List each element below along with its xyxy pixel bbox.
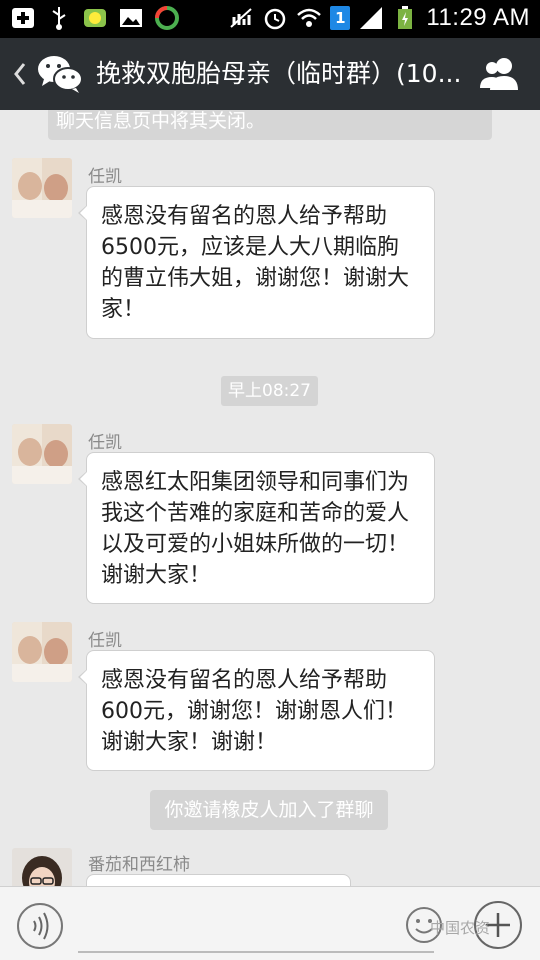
clock: 11:29 AM xyxy=(426,4,530,31)
wechat-icon[interactable] xyxy=(36,52,84,96)
sender-name: 番茄和西红柿 xyxy=(88,855,190,875)
voice-icon[interactable] xyxy=(17,903,63,949)
message-input[interactable] xyxy=(78,909,434,953)
message-bubble[interactable]: 感恩没有留名的恩人给予帮助6500元，应该是人大八期临朐的曹立伟大姐，谢谢您！谢… xyxy=(78,186,435,339)
system-message: 你邀请橡皮人加入了群聊 xyxy=(150,790,388,830)
no-signal-icon xyxy=(228,5,254,31)
system-notice: 聊天信息页中将其关闭。 xyxy=(48,110,492,140)
avatar[interactable] xyxy=(12,424,72,484)
timestamp: 早上08:27 xyxy=(221,376,318,406)
battery-charging-icon xyxy=(392,5,418,31)
signal-icon xyxy=(358,5,384,31)
avatar[interactable] xyxy=(12,848,72,886)
status-bar: 1 11:29 AM xyxy=(0,0,540,38)
app-icon xyxy=(82,5,108,31)
chat-header: 挽救双胞胎母亲（临时群）(10... xyxy=(0,38,540,110)
wifi-icon xyxy=(296,5,322,31)
avatar[interactable] xyxy=(12,158,72,218)
sender-name: 任凯 xyxy=(88,631,122,651)
watermark: 中国农资 xyxy=(430,919,491,937)
usb-icon xyxy=(46,5,72,31)
sender-name: 任凯 xyxy=(88,167,122,187)
chevron-left-icon[interactable] xyxy=(8,58,30,90)
image-icon xyxy=(118,5,144,31)
message-bubble[interactable]: 感恩没有留名的恩人给予帮助600元，谢谢您！谢谢恩人们！谢谢大家！谢谢！ xyxy=(78,650,435,771)
add-icon xyxy=(10,5,36,31)
message-bubble[interactable]: 感恩红太阳集团领导和同事们为我这个苦难的家庭和苦命的爱人以及可爱的小姐妹所做的一… xyxy=(78,452,435,604)
avatar[interactable] xyxy=(12,622,72,682)
message-bubble[interactable] xyxy=(86,874,351,886)
alarm-icon xyxy=(262,5,288,31)
chat-area[interactable]: 聊天信息页中将其关闭。 任凯 感恩没有留名的恩人给予帮助6500元，应该是人大八… xyxy=(0,110,540,886)
sim-slot-badge: 1 xyxy=(330,6,351,30)
sync-icon xyxy=(154,5,180,31)
group-members-icon[interactable] xyxy=(478,56,524,92)
input-bar: 中国农资 xyxy=(0,886,540,960)
sender-name: 任凯 xyxy=(88,433,122,453)
chat-title: 挽救双胞胎母亲（临时群）(10... xyxy=(96,59,462,88)
